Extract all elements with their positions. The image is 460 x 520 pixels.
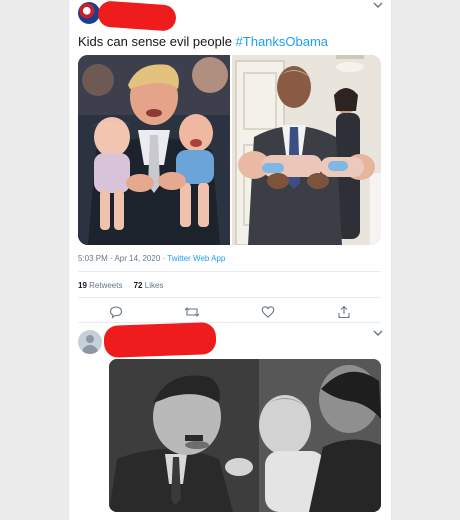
likes-label: Likes bbox=[142, 281, 164, 290]
tweet-photo-left[interactable] bbox=[78, 55, 230, 245]
tweet-photo-right[interactable] bbox=[232, 55, 381, 245]
likes-count: 72 bbox=[133, 281, 143, 290]
divider bbox=[78, 297, 381, 298]
tweet-text: Kids can sense evil people #ThanksObama bbox=[78, 34, 328, 49]
tweet-stats: 19 Retweets 72 Likes bbox=[78, 281, 163, 290]
tweet-photo-bw[interactable] bbox=[109, 359, 381, 512]
hashtag-link[interactable]: #ThanksObama bbox=[236, 34, 329, 49]
retweets-stat[interactable]: 19 Retweets bbox=[78, 281, 122, 290]
avatar-default[interactable] bbox=[78, 330, 102, 354]
tweet-text-body: Kids can sense evil people bbox=[78, 34, 236, 49]
tweet-timestamp[interactable]: 5:03 PM · Apr 14, 2020 · Twitter Web App bbox=[78, 254, 225, 263]
retweets-count: 19 bbox=[78, 281, 87, 290]
retweets-label: Retweets bbox=[86, 281, 123, 290]
share-icon[interactable] bbox=[336, 305, 352, 319]
retweet-icon[interactable] bbox=[184, 305, 200, 319]
chevron-down-icon[interactable] bbox=[373, 1, 383, 12]
chevron-down-icon[interactable] bbox=[373, 329, 383, 340]
divider bbox=[78, 271, 381, 272]
redacted-username-scribble bbox=[103, 322, 217, 358]
like-icon[interactable] bbox=[260, 305, 276, 319]
reply-icon[interactable] bbox=[108, 305, 124, 319]
likes-stat[interactable]: 72 Likes bbox=[134, 281, 164, 290]
avatar[interactable] bbox=[78, 2, 100, 24]
source-app-link[interactable]: Twitter Web App bbox=[167, 254, 225, 263]
timestamp-text[interactable]: 5:03 PM · Apr 14, 2020 · bbox=[78, 254, 167, 263]
divider bbox=[78, 322, 381, 323]
redacted-username-scribble bbox=[97, 0, 177, 32]
